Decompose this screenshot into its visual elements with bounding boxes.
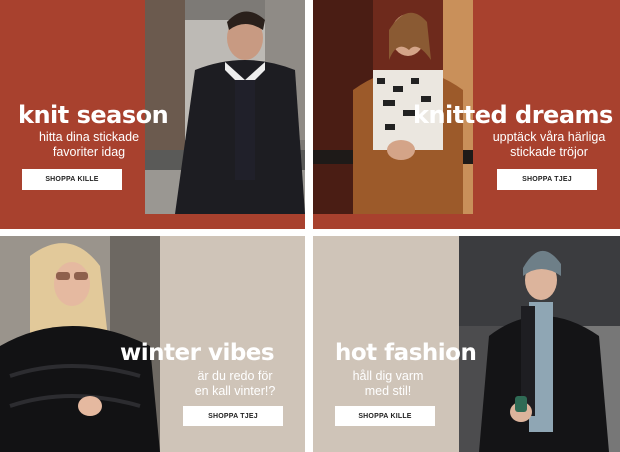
shop-men-button[interactable]: SHOPPA KILLE: [22, 169, 122, 190]
shop-women-button[interactable]: SHOPPA TJEJ: [497, 169, 597, 190]
banner-subtitle-line: upptäck våra härliga: [492, 130, 606, 144]
banner-subtitle: är du redo för en kall vinter!?: [180, 369, 290, 399]
banner-headline: knit season: [18, 101, 169, 129]
banner-grid: knit season hitta dina stickade favorite…: [0, 0, 620, 452]
banner-headline: hot fashion: [335, 340, 477, 366]
shop-men-button[interactable]: SHOPPA KILLE: [335, 406, 435, 426]
banner-subtitle: upptäck våra härliga stickade tröjor: [481, 130, 617, 160]
banner-subtitle-line: favoriter idag: [52, 145, 126, 159]
banner-hot-fashion[interactable]: hot fashion håll dig varm med stil! SHOP…: [313, 236, 620, 452]
banner-subtitle-line: en kall vinter!?: [194, 384, 276, 398]
banner-knit-season[interactable]: knit season hitta dina stickade favorite…: [0, 0, 305, 229]
banner-headline: winter vibes: [120, 340, 275, 366]
banner-knitted-dreams[interactable]: knitted dreams upptäck våra härliga stic…: [313, 0, 620, 229]
banner-subtitle: håll dig varm med stil!: [333, 369, 443, 399]
banner-subtitle-line: hitta dina stickade: [38, 130, 140, 144]
banner-subtitle-line: håll dig varm: [352, 369, 424, 383]
banner-subtitle-line: är du redo för: [197, 369, 273, 383]
shop-women-button[interactable]: SHOPPA TJEJ: [183, 406, 283, 426]
banner-photo-man-scarf: [459, 236, 620, 452]
banner-subtitle: hitta dina stickade favoriter idag: [28, 130, 150, 160]
banner-subtitle-line: stickade tröjor: [510, 145, 588, 159]
banner-photo-man-sweater: [145, 0, 305, 214]
banner-subtitle-line: med stil!: [364, 384, 412, 398]
banner-winter-vibes[interactable]: winter vibes är du redo för en kall vint…: [0, 236, 305, 452]
banner-headline: knitted dreams: [413, 101, 613, 129]
